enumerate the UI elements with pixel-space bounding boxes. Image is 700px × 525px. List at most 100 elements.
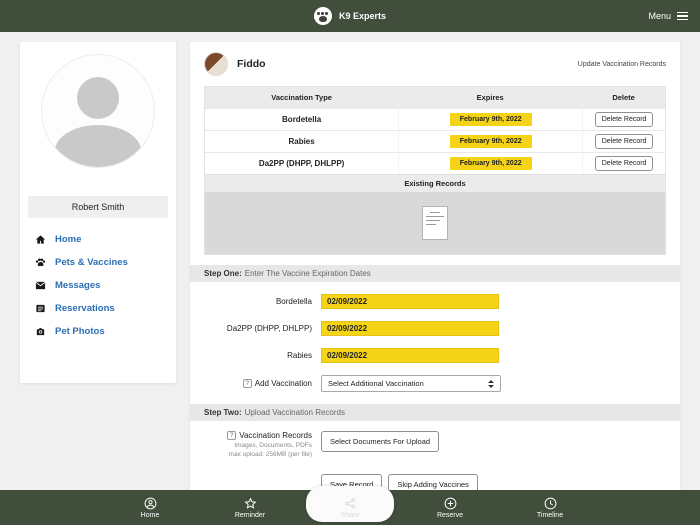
bottombar-item-reserve[interactable]: Reserve xyxy=(400,490,500,525)
add-vaccination-text: Add Vaccination xyxy=(255,379,312,388)
upload-hint: Images, Documents, PDFs max upload: 256M… xyxy=(190,442,312,460)
bottombar-label: Home xyxy=(141,512,160,519)
form-row-bordetella: Bordetella xyxy=(190,294,680,309)
col-header-expires: Expires xyxy=(398,87,582,108)
rabies-label: Rabies xyxy=(190,351,312,360)
topbar: K9 Experts Menu xyxy=(0,0,700,32)
step-one-subtitle: Enter The Vaccine Expiration Dates xyxy=(245,269,371,278)
bordetella-expiry-input[interactable] xyxy=(321,294,499,309)
record-document-thumbnail[interactable] xyxy=(422,206,448,240)
expiration-form: Bordetella Da2PP (DHPP, DHLPP) Rabies ?A… xyxy=(190,282,680,392)
bottombar-label: Share xyxy=(341,512,360,519)
paw-icon xyxy=(35,257,46,268)
vaccine-type-cell: Da2PP (DHPP, DHLPP) xyxy=(205,152,398,174)
delete-cell: Delete Record xyxy=(582,152,665,174)
share-icon xyxy=(344,497,357,510)
help-icon[interactable]: ? xyxy=(243,379,252,388)
select-value: Select Additional Vaccination xyxy=(328,379,424,388)
camera-icon xyxy=(35,326,46,337)
hint-line-2: max upload: 256MB (per file) xyxy=(229,451,312,458)
table-row-da2pp: Da2PP (DHPP, DHLPP) February 9th, 2022 D… xyxy=(205,152,665,174)
sidebar-item-label: Reservations xyxy=(55,303,115,314)
hamburger-icon xyxy=(677,12,688,21)
bordetella-label: Bordetella xyxy=(190,297,312,306)
delete-cell: Delete Record xyxy=(582,130,665,152)
existing-records-header: Existing Records xyxy=(205,174,665,192)
skip-adding-vaccines-button[interactable]: Skip Adding Vaccines xyxy=(388,474,478,490)
add-vaccination-label: ?Add Vaccination xyxy=(190,379,312,388)
vaccine-type-cell: Rabies xyxy=(205,130,398,152)
sidebar: Robert Smith Home Pets & Vaccines Messag… xyxy=(20,42,176,383)
sidebar-item-pets-vaccines[interactable]: Pets & Vaccines xyxy=(35,257,176,268)
records-label-text: Vaccination Records xyxy=(239,431,312,440)
form-row-add-vaccination: ?Add Vaccination Select Additional Vacci… xyxy=(190,375,680,392)
update-vaccination-records-link[interactable]: Update Vaccination Records xyxy=(578,61,666,68)
delete-record-button[interactable]: Delete Record xyxy=(595,134,654,149)
da2pp-expiry-input[interactable] xyxy=(321,321,499,336)
pet-name: Fiddo xyxy=(237,58,266,70)
sidebar-item-label: Pets & Vaccines xyxy=(55,257,128,268)
existing-records-panel xyxy=(205,192,665,254)
plus-circle-icon xyxy=(444,497,457,510)
sidebar-item-home[interactable]: Home xyxy=(35,234,176,245)
hint-line-1: Images, Documents, PDFs xyxy=(234,442,312,449)
sidebar-item-label: Messages xyxy=(55,280,100,291)
sidebar-nav: Home Pets & Vaccines Messages Reservatio… xyxy=(35,234,176,337)
form-row-da2pp: Da2PP (DHPP, DHLPP) xyxy=(190,321,680,336)
help-icon[interactable]: ? xyxy=(227,431,236,440)
k9-logo-icon xyxy=(314,7,332,25)
pet-avatar xyxy=(204,52,228,76)
bottombar-item-share[interactable]: Share xyxy=(300,490,400,525)
brand[interactable]: K9 Experts xyxy=(314,7,386,25)
expiry-date-badge: February 9th, 2022 xyxy=(450,113,532,126)
table-row-rabies: Rabies February 9th, 2022 Delete Record xyxy=(205,130,665,152)
da2pp-label: Da2PP (DHPP, DHLPP) xyxy=(190,324,312,333)
additional-vaccination-select[interactable]: Select Additional Vaccination xyxy=(321,375,501,392)
reservations-icon xyxy=(35,303,46,314)
menu-label: Menu xyxy=(648,11,671,21)
bottombar-label: Reserve xyxy=(437,512,463,519)
vaccination-records-label: ?Vaccination Records Images, Documents, … xyxy=(190,431,312,460)
col-header-vaccination-type: Vaccination Type xyxy=(205,87,398,108)
delete-record-button[interactable]: Delete Record xyxy=(595,112,654,127)
menu-button[interactable]: Menu xyxy=(648,0,688,32)
bottombar-label: Timeline xyxy=(537,512,563,519)
step-one-title: Step One: xyxy=(204,269,242,278)
step-two-subtitle: Upload Vaccination Records xyxy=(245,408,345,417)
envelope-icon xyxy=(35,280,46,291)
pet-header: Fiddo Update Vaccination Records xyxy=(190,42,680,84)
history-icon xyxy=(544,497,557,510)
bottombar-item-home[interactable]: Home xyxy=(100,490,200,525)
table-header-row: Vaccination Type Expires Delete xyxy=(205,87,665,108)
step-one-header: Step One:Enter The Vaccine Expiration Da… xyxy=(190,265,680,282)
rabies-expiry-input[interactable] xyxy=(321,348,499,363)
bottombar-item-timeline[interactable]: Timeline xyxy=(500,490,600,525)
bottombar-label: Reminder xyxy=(235,512,265,519)
user-name: Robert Smith xyxy=(28,196,168,218)
expires-cell: February 9th, 2022 xyxy=(398,108,582,130)
upload-row: ?Vaccination Records Images, Documents, … xyxy=(190,431,680,460)
star-icon xyxy=(244,497,257,510)
form-row-rabies: Rabies xyxy=(190,348,680,363)
table-row-bordetella: Bordetella February 9th, 2022 Delete Rec… xyxy=(205,108,665,130)
sidebar-item-messages[interactable]: Messages xyxy=(35,280,176,291)
vaccine-type-cell: Bordetella xyxy=(205,108,398,130)
sidebar-item-pet-photos[interactable]: Pet Photos xyxy=(35,326,176,337)
expires-cell: February 9th, 2022 xyxy=(398,152,582,174)
expiry-date-badge: February 9th, 2022 xyxy=(450,157,532,170)
home-icon xyxy=(35,234,46,245)
sidebar-item-label: Home xyxy=(55,234,81,245)
bottombar-item-reminder[interactable]: Reminder xyxy=(200,490,300,525)
vaccination-records-text: ?Vaccination Records xyxy=(190,431,312,440)
delete-cell: Delete Record xyxy=(582,108,665,130)
select-documents-button[interactable]: Select Documents For Upload xyxy=(321,431,439,452)
expiry-date-badge: February 9th, 2022 xyxy=(450,135,532,148)
sidebar-item-reservations[interactable]: Reservations xyxy=(35,303,176,314)
delete-record-button[interactable]: Delete Record xyxy=(595,156,654,171)
vaccination-table: Vaccination Type Expires Delete Bordetel… xyxy=(204,86,666,255)
user-avatar xyxy=(41,54,155,168)
account-icon xyxy=(144,497,157,510)
main-panel: Fiddo Update Vaccination Records Vaccina… xyxy=(190,42,680,490)
sidebar-item-label: Pet Photos xyxy=(55,326,105,337)
select-arrows-icon xyxy=(488,380,494,388)
